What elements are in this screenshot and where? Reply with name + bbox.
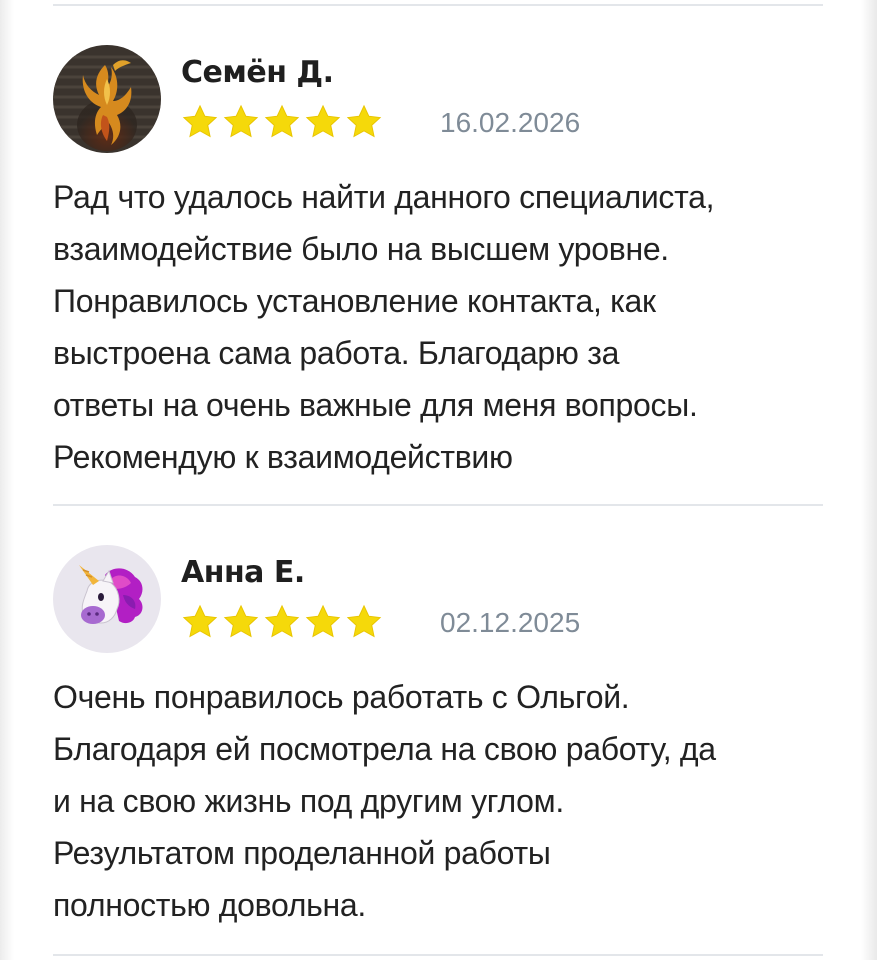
review-date: 02.12.2025: [440, 607, 581, 638]
avatar[interactable]: [53, 45, 161, 153]
star-icon: [346, 604, 382, 638]
left-edge-shadow: [0, 0, 14, 960]
divider: [53, 504, 823, 506]
review-text-line: Результатом проделанной работы: [53, 835, 551, 871]
review-text-line: Рекомендую к взаимодействию: [53, 439, 513, 475]
review-text: Очень понравилось работать с Ольгой. Бла…: [53, 671, 833, 931]
review-text-line: Очень понравилось работать с Ольгой.: [53, 679, 630, 715]
star-icon: [223, 604, 259, 638]
avatar[interactable]: [53, 545, 161, 653]
review-text-line: Рад что удалось найти данного специалист…: [53, 179, 715, 215]
review-text-line: и на свою жизнь под другим углом.: [53, 783, 564, 819]
star-icon: [182, 104, 218, 138]
reviews-panel: Семён Д. 16.02.2026 Рад что удалось найт…: [0, 0, 877, 960]
star-icon: [182, 604, 218, 638]
review-date: 16.02.2026: [440, 107, 581, 138]
divider: [53, 954, 823, 956]
review-text-line: ответы на очень важные для меня вопросы.: [53, 387, 698, 423]
author-name: Анна Е.: [181, 555, 305, 590]
review-text-line: выстроена сама работа. Благодарю за: [53, 335, 620, 371]
right-edge-shadow: [861, 0, 877, 960]
review-text-line: Благодаря ей посмотрела на свою работу, …: [53, 731, 716, 767]
star-icon: [305, 104, 341, 138]
star-icon: [223, 104, 259, 138]
review-text-line: Понравилось установление контакта, как: [53, 283, 656, 319]
phoenix-avatar-icon: [53, 45, 161, 153]
star-icon: [346, 104, 382, 138]
rating-stars: [181, 103, 383, 141]
review-text-line: взаимодействие было на высшем уровне.: [53, 231, 669, 267]
author-name: Семён Д.: [181, 55, 334, 90]
star-icon: [264, 604, 300, 638]
rating-stars: [181, 603, 383, 641]
star-icon: [264, 104, 300, 138]
review-text: Рад что удалось найти данного специалист…: [53, 171, 833, 483]
unicorn-avatar-icon: [53, 545, 161, 653]
review-text-line: полностью довольна.: [53, 887, 366, 923]
divider-top: [53, 4, 823, 6]
star-icon: [305, 604, 341, 638]
